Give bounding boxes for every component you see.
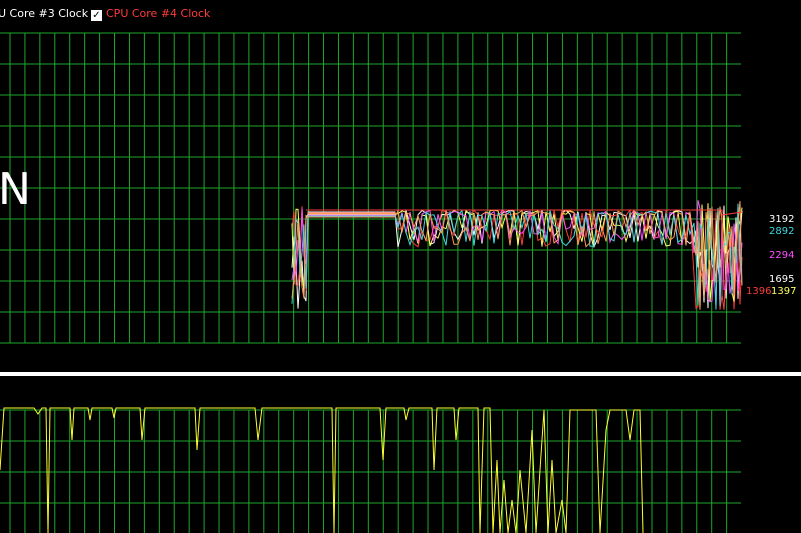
top-graph-value-labels: 31922892 2294 16951396 1397 <box>746 214 796 297</box>
bottom-graph-grid <box>0 409 741 533</box>
value-label: 1695 <box>769 274 794 285</box>
graph-overlay-letter: N <box>0 164 31 215</box>
value-label: 1397 <box>771 286 796 297</box>
top-graph-grid <box>0 32 741 344</box>
value-label: 2294 <box>769 250 794 261</box>
sensor-graph-canvas: N 31922892 2294 16951396 1397 <box>0 32 801 533</box>
top-graph-lines <box>291 200 743 310</box>
bottom-graph-lines <box>0 407 644 533</box>
graph-divider <box>0 372 801 376</box>
value-label: 2892 <box>769 226 794 237</box>
bottom-series-line <box>0 407 644 533</box>
value-label: 3192 <box>769 214 794 225</box>
value-label: 1396 <box>746 286 771 297</box>
